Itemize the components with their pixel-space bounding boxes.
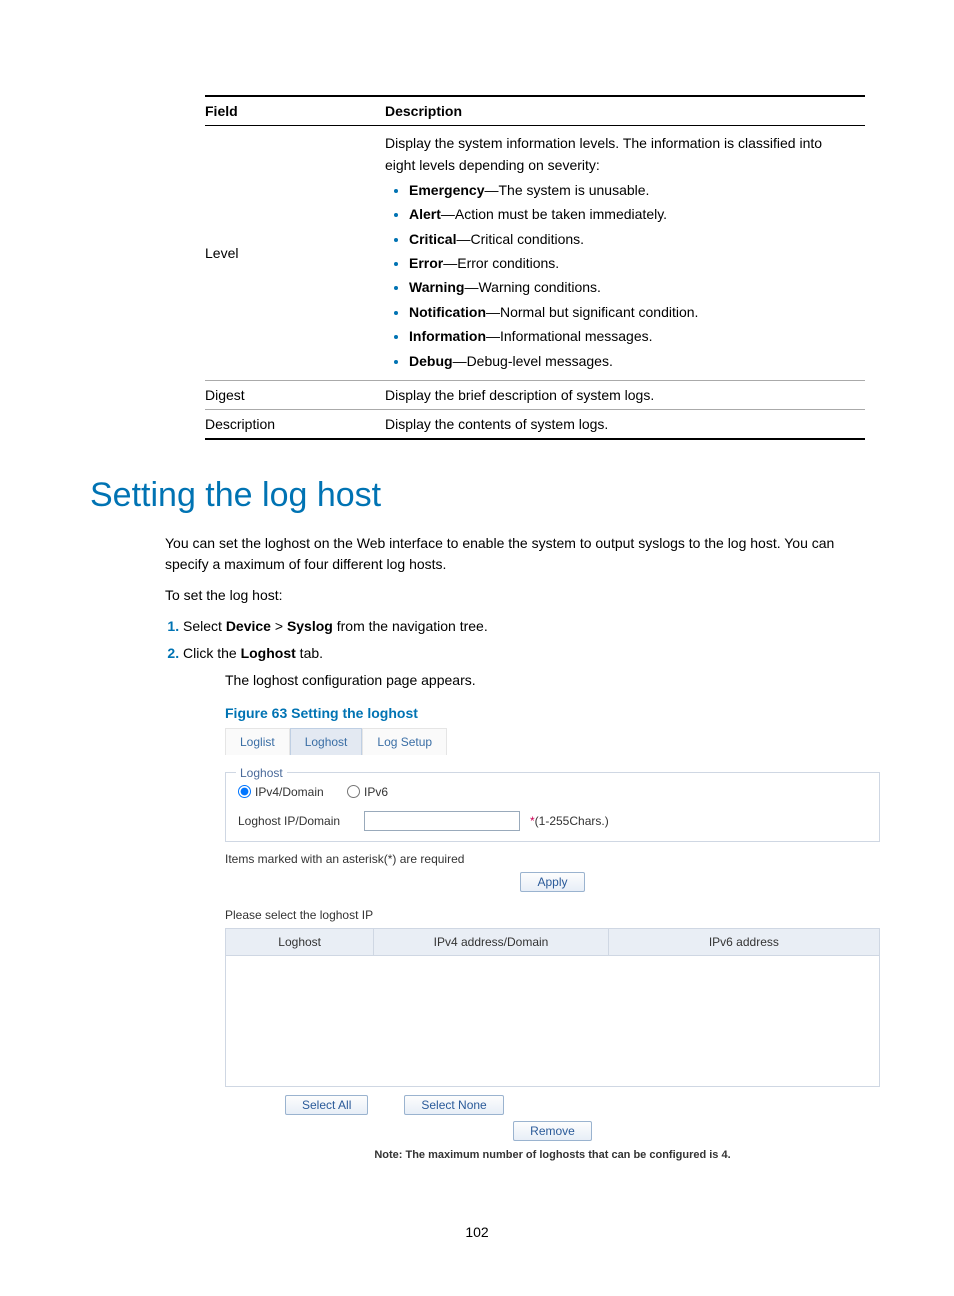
- section-title: Setting the log host: [90, 476, 864, 515]
- intro-paragraph: You can set the loghost on the Web inter…: [165, 533, 865, 575]
- loghost-figure: Loglist Loghost Log Setup Loghost IPv4/D…: [225, 728, 880, 1164]
- select-prompt: Please select the loghost IP: [225, 906, 880, 924]
- th-field: Field: [205, 96, 385, 126]
- th-loghost: Loghost: [226, 929, 374, 955]
- th-ipv6-address: IPv6 address: [609, 929, 879, 955]
- required-note: Items marked with an asterisk(*) are req…: [225, 850, 880, 868]
- tab-logsetup[interactable]: Log Setup: [362, 728, 447, 755]
- loghost-ip-input[interactable]: [364, 811, 520, 831]
- radio-ipv6-input[interactable]: [347, 785, 360, 798]
- tab-loghost[interactable]: Loghost: [290, 728, 363, 755]
- intro-lead: To set the log host:: [165, 585, 865, 606]
- row-level-field: Level: [205, 126, 385, 381]
- loghost-table-body: [225, 956, 880, 1087]
- max-loghosts-note: Note: The maximum number of loghosts tha…: [225, 1147, 880, 1164]
- loghost-table-header: Loghost IPv4 address/Domain IPv6 address: [225, 928, 880, 956]
- loghost-ip-label: Loghost IP/Domain: [238, 812, 356, 830]
- step-1: Select Device > Syslog from the navigati…: [183, 616, 865, 637]
- step-2-result: The loghost configuration page appears.: [225, 670, 865, 691]
- row-level-desc: Display the system information levels. T…: [385, 132, 855, 372]
- select-none-button[interactable]: Select None: [404, 1095, 503, 1115]
- row-digest-field: Digest: [205, 380, 385, 409]
- row-description-desc: Display the contents of system logs.: [385, 409, 865, 439]
- radio-ipv4-domain[interactable]: IPv4/Domain: [238, 783, 324, 801]
- tab-loglist[interactable]: Loglist: [225, 728, 290, 755]
- step-2: Click the Loghost tab. The loghost confi…: [183, 643, 865, 1164]
- remove-button[interactable]: Remove: [513, 1121, 592, 1141]
- select-all-button[interactable]: Select All: [285, 1095, 368, 1115]
- radio-ipv4-input[interactable]: [238, 785, 251, 798]
- row-description-field: Description: [205, 409, 385, 439]
- apply-button[interactable]: Apply: [520, 872, 584, 892]
- field-description-table: Field Description Level Display the syst…: [205, 95, 865, 440]
- row-digest-desc: Display the brief description of system …: [385, 380, 865, 409]
- figure-caption: Figure 63 Setting the loghost: [225, 703, 865, 724]
- th-description: Description: [385, 96, 865, 126]
- th-ipv4-domain: IPv4 address/Domain: [374, 929, 608, 955]
- radio-ipv6[interactable]: IPv6: [347, 783, 388, 801]
- page-number: 102: [90, 1224, 864, 1240]
- fieldset-legend: Loghost: [236, 764, 287, 782]
